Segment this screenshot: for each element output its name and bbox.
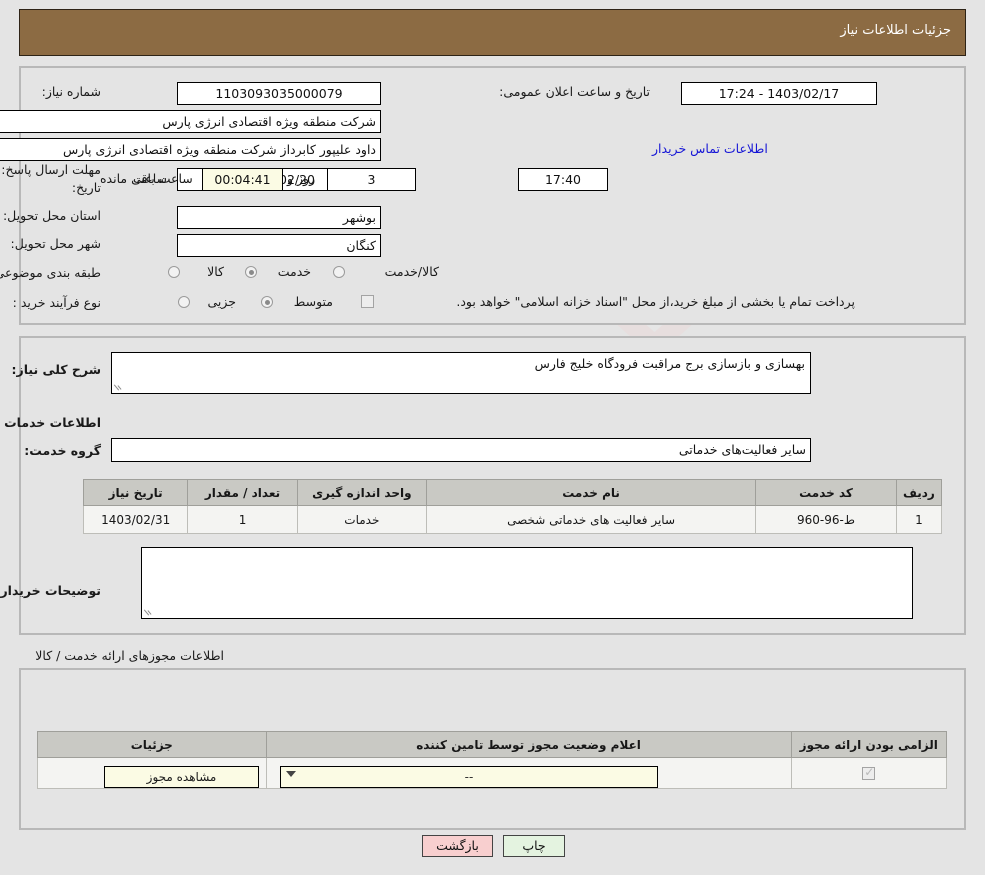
col-license-required: الزامی بودن ارائه مجوز [790, 731, 947, 758]
purchase-type-radio-motevaset[interactable] [261, 296, 273, 308]
buyer-notes-label: توضیحات خریدار: [0, 583, 101, 598]
deadline-remaining-label: ساعت باقی مانده [100, 171, 193, 186]
col-row: ردیف [895, 479, 943, 506]
announce-datetime-field[interactable]: 1403/02/17 - 17:24 [681, 82, 877, 105]
purchase-type-option-motevaset-label: متوسط [293, 294, 333, 309]
deadline-countdown-field: 00:04:41 [202, 168, 283, 191]
licenses-table-header-row: الزامی بودن ارائه مجوز اعلام وضعیت مجوز … [37, 731, 947, 758]
cell-unit: خدمات [296, 505, 427, 534]
services-heading: اطلاعات خدمات مورد نیاز [0, 415, 101, 430]
category-option-khedmat-label: خدمت [277, 264, 311, 279]
resize-grip-icon [113, 382, 124, 392]
category-label: طبقه بندی موضوعی: [0, 265, 101, 280]
service-group-label: گروه خدمت: [24, 443, 101, 458]
services-table-header-row: ردیف کد خدمت نام خدمت واحد اندازه گیری ت… [82, 479, 943, 506]
category-option-kala-khedmat-label: کالا/خدمت [384, 264, 439, 279]
col-name: نام خدمت [425, 479, 757, 506]
purchase-type-label: نوع فرآیند خرید : [12, 295, 101, 310]
print-button[interactable]: چاپ [503, 835, 565, 857]
services-table: ردیف کد خدمت نام خدمت واحد اندازه گیری ت… [82, 479, 943, 534]
license-status-value: -- [464, 770, 474, 784]
buyer-contact-link[interactable]: اطلاعات تماس خریدار [652, 141, 768, 156]
buyer-org-field[interactable]: شرکت منطقه ویژه اقتصادی انرژی پارس [0, 110, 381, 133]
table-row: 1 ط-96-960 سایر فعالیت های خدماتی شخصی خ… [82, 505, 943, 534]
general-description-value: بهسازی و بازسازی برج مراقبت فرودگاه خلیج… [534, 356, 805, 371]
treasury-note-checkbox[interactable] [361, 295, 374, 308]
request-creator-field[interactable]: داود علیپور کابرداز شرکت منطقه ویژه اقتص… [0, 138, 381, 161]
cell-quantity: 1 [187, 505, 298, 534]
deadline-label-line1: مهلت ارسال پاسخ: تا [0, 162, 101, 177]
col-unit: واحد اندازه گیری [296, 479, 427, 506]
city-label: شهر محل تحویل: [10, 236, 101, 251]
page-title: جزئیات اطلاعات نیاز [840, 23, 951, 38]
cell-need-date: 1403/02/31 [82, 505, 189, 534]
deadline-days-label: روز و [287, 171, 316, 186]
city-field[interactable]: کنگان [177, 234, 381, 257]
deadline-label-line2: تاریخ: [71, 180, 101, 195]
deadline-days-field[interactable]: 3 [327, 168, 416, 191]
chevron-down-icon [286, 771, 296, 777]
treasury-note-text: پرداخت تمام یا بخشی از مبلغ خرید،از محل … [456, 294, 855, 309]
col-quantity: تعداد / مقدار [187, 479, 298, 506]
license-status-select[interactable]: -- [280, 766, 658, 788]
deadline-time-field[interactable]: 17:40 [518, 168, 608, 191]
general-description-textarea[interactable]: بهسازی و بازسازی برج مراقبت فرودگاه خلیج… [111, 352, 811, 394]
general-description-label: شرح کلی نیاز: [11, 362, 101, 377]
cell-name: سایر فعالیت های خدماتی شخصی [425, 505, 757, 534]
announce-datetime-label: تاریخ و ساعت اعلان عمومی: [499, 84, 650, 99]
cell-license-required [790, 757, 947, 789]
col-license-details: جزئیات [37, 731, 267, 758]
category-radio-kala-khedmat[interactable] [333, 266, 345, 278]
page-header-bar: جزئیات اطلاعات نیاز [19, 9, 966, 56]
category-radio-khedmat[interactable] [245, 266, 257, 278]
need-number-label: شماره نیاز: [41, 84, 101, 99]
col-license-status: اعلام وضعیت مجوز توسط تامین کننده [265, 731, 792, 758]
need-number-field[interactable]: 1103093035000079 [177, 82, 381, 105]
purchase-type-radio-jozii[interactable] [178, 296, 190, 308]
category-option-kala-label: کالا [207, 264, 224, 279]
province-label: استان محل تحویل: [2, 208, 101, 223]
buyer-notes-textarea[interactable] [141, 547, 913, 619]
back-button[interactable]: بازگشت [422, 835, 493, 857]
resize-grip-icon [143, 607, 154, 617]
view-license-button[interactable]: مشاهده مجوز [104, 766, 259, 788]
purchase-type-option-jozii-label: جزیی [207, 294, 236, 309]
col-code: کد خدمت [755, 479, 897, 506]
service-group-field[interactable]: سایر فعالیت‌های خدماتی [111, 438, 811, 462]
licenses-heading: اطلاعات مجوزهای ارائه خدمت / کالا [35, 648, 224, 663]
page-root: AriaTender.net جزئیات اطلاعات نیاز شماره… [0, 0, 985, 875]
col-need-date: تاریخ نیاز [82, 479, 189, 506]
province-field[interactable]: بوشهر [177, 206, 381, 229]
cell-code: ط-96-960 [755, 505, 897, 534]
cell-row: 1 [895, 505, 943, 534]
category-radio-kala[interactable] [168, 266, 180, 278]
license-required-checkbox [862, 765, 876, 780]
